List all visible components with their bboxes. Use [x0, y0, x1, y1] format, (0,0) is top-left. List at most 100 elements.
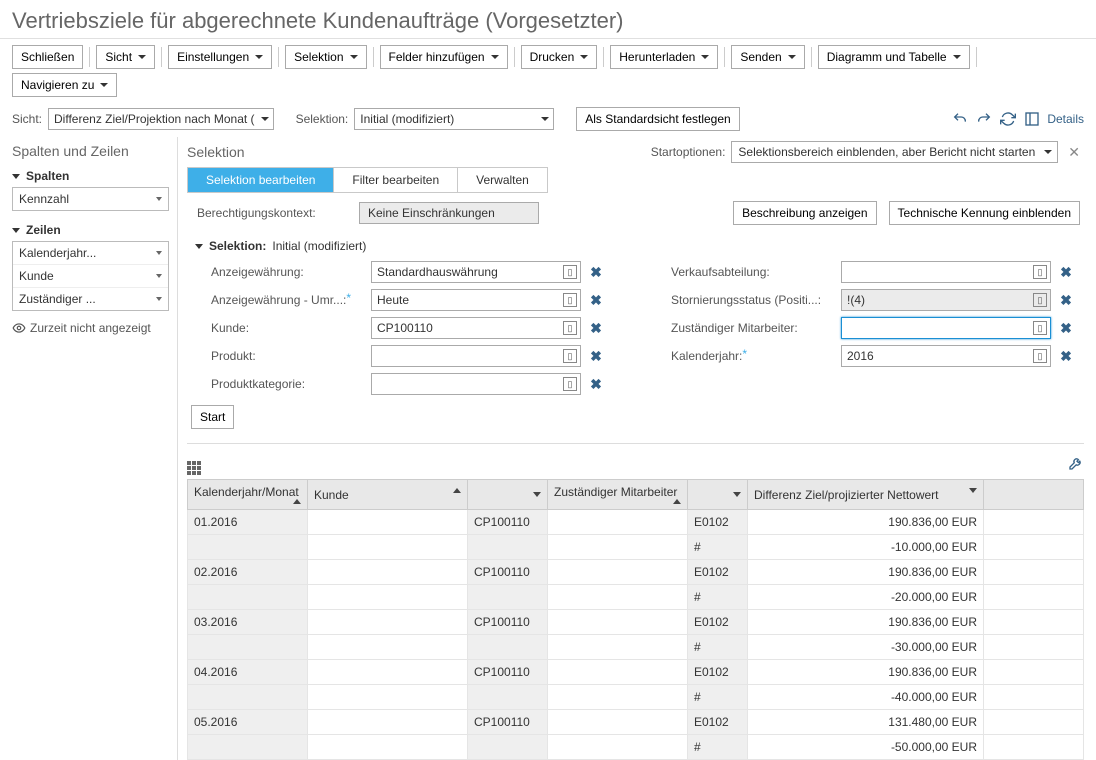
- col-empty[interactable]: [984, 480, 1084, 510]
- customer-input[interactable]: CP100110▯: [371, 317, 581, 339]
- chevron-down-icon: [156, 274, 162, 278]
- tab-edit-filter[interactable]: Filter bearbeiten: [334, 168, 458, 192]
- table-row[interactable]: #-10.000,00 EUR: [188, 535, 1084, 560]
- list-item[interactable]: Zuständiger ...: [13, 288, 168, 310]
- not-shown-toggle[interactable]: Zurzeit nicht angezeigt: [12, 321, 169, 335]
- chevron-down-icon: [953, 55, 961, 59]
- show-technical-id-button[interactable]: Technische Kennung einblenden: [889, 201, 1080, 225]
- table-row[interactable]: #-40.000,00 EUR: [188, 685, 1084, 710]
- download-button[interactable]: Herunterladen: [610, 45, 718, 69]
- details-toggle-icon[interactable]: [1023, 110, 1041, 128]
- show-description-button[interactable]: Beschreibung anzeigen: [733, 201, 876, 225]
- clear-icon[interactable]: ✖: [1051, 292, 1081, 309]
- value-help-icon[interactable]: ▯: [1033, 265, 1047, 279]
- value-help-icon[interactable]: ▯: [563, 265, 577, 279]
- refresh-icon[interactable]: [999, 110, 1017, 128]
- col-responsible-code[interactable]: [688, 480, 748, 510]
- close-button[interactable]: Schließen: [12, 45, 83, 69]
- col-responsible[interactable]: Zuständiger Mitarbeiter: [548, 480, 688, 510]
- table-layout-icon[interactable]: [187, 454, 201, 475]
- value-help-icon[interactable]: ▯: [1033, 321, 1047, 335]
- sales-unit-label: Verkaufsabteilung:: [671, 265, 841, 279]
- cell-responsible: [548, 685, 688, 710]
- cell-difference: -10.000,00 EUR: [748, 535, 984, 560]
- rows-group-header[interactable]: Zeilen: [12, 219, 169, 241]
- clear-icon[interactable]: ✖: [581, 264, 611, 281]
- tab-edit-selection[interactable]: Selektion bearbeiten: [188, 168, 334, 192]
- view-button[interactable]: Sicht: [96, 45, 155, 69]
- year-label: Kalenderjahr:*: [671, 349, 841, 363]
- cell-responsible-code: #: [688, 685, 748, 710]
- results-table: Kalenderjahr/Monat Kunde Zuständiger Mit…: [187, 479, 1084, 760]
- set-default-view-button[interactable]: Als Standardsicht festlegen: [576, 107, 739, 131]
- col-customer-code[interactable]: [468, 480, 548, 510]
- clear-icon[interactable]: ✖: [1051, 264, 1081, 281]
- cell-difference: 190.836,00 EUR: [748, 510, 984, 535]
- undo-icon[interactable]: [951, 110, 969, 128]
- value-help-icon[interactable]: ▯: [563, 349, 577, 363]
- value-help-icon[interactable]: ▯: [563, 321, 577, 335]
- table-row[interactable]: #-50.000,00 EUR: [188, 735, 1084, 760]
- responsible-input[interactable]: ▯: [841, 317, 1051, 339]
- chart-table-button[interactable]: Diagramm und Tabelle: [818, 45, 970, 69]
- col-difference[interactable]: Differenz Ziel/projizierter Nettowert: [748, 480, 984, 510]
- year-input[interactable]: 2016▯: [841, 345, 1051, 367]
- display-currency-rate-input[interactable]: Heute▯: [371, 289, 581, 311]
- clear-icon[interactable]: ✖: [581, 320, 611, 337]
- tab-manage[interactable]: Verwalten: [458, 168, 547, 192]
- start-button[interactable]: Start: [191, 405, 234, 429]
- auth-context-value[interactable]: Keine Einschränkungen: [359, 202, 539, 224]
- list-item[interactable]: Kalenderjahr...: [13, 242, 168, 265]
- columns-group-header[interactable]: Spalten: [12, 165, 169, 187]
- table-row[interactable]: 04.2016CP100110E0102190.836,00 EUR: [188, 660, 1084, 685]
- send-button[interactable]: Senden: [731, 45, 804, 69]
- chevron-down-icon: [541, 117, 549, 121]
- clear-icon[interactable]: ✖: [1051, 348, 1081, 365]
- table-row[interactable]: 02.2016CP100110E0102190.836,00 EUR: [188, 560, 1084, 585]
- table-row[interactable]: #-20.000,00 EUR: [188, 585, 1084, 610]
- clear-icon[interactable]: ✖: [581, 376, 611, 393]
- add-fields-button[interactable]: Felder hinzufügen: [380, 45, 508, 69]
- selection-button[interactable]: Selektion: [285, 45, 366, 69]
- col-month[interactable]: Kalenderjahr/Monat: [188, 480, 308, 510]
- table-row[interactable]: 03.2016CP100110E0102190.836,00 EUR: [188, 610, 1084, 635]
- chevron-down-icon: [255, 55, 263, 59]
- value-help-icon[interactable]: ▯: [1033, 293, 1047, 307]
- navigate-button[interactable]: Navigieren zu: [12, 73, 117, 97]
- list-item[interactable]: Kunde: [13, 265, 168, 288]
- table-row[interactable]: #-30.000,00 EUR: [188, 635, 1084, 660]
- separator: [187, 443, 1084, 444]
- selection-dropdown[interactable]: Initial (modifiziert): [354, 108, 554, 130]
- display-currency-input[interactable]: Standardhauswährung▯: [371, 261, 581, 283]
- sidebar-resizer[interactable]: [175, 137, 181, 760]
- redo-icon[interactable]: [975, 110, 993, 128]
- settings-wrench-icon[interactable]: [1068, 455, 1084, 474]
- details-link[interactable]: Details: [1047, 112, 1084, 126]
- cell-empty: [984, 660, 1084, 685]
- clear-icon[interactable]: ✖: [1051, 320, 1081, 337]
- table-row[interactable]: 01.2016CP100110E0102190.836,00 EUR: [188, 510, 1084, 535]
- cell-month: [188, 735, 308, 760]
- value-help-icon[interactable]: ▯: [1033, 349, 1047, 363]
- clear-icon[interactable]: ✖: [581, 348, 611, 365]
- cell-month: 02.2016: [188, 560, 308, 585]
- value-help-icon[interactable]: ▯: [563, 377, 577, 391]
- settings-button[interactable]: Einstellungen: [168, 45, 272, 69]
- print-button[interactable]: Drucken: [521, 45, 598, 69]
- col-customer[interactable]: Kunde: [308, 480, 468, 510]
- selection-section-header[interactable]: Selektion: Initial (modifiziert): [187, 233, 1084, 259]
- cell-customer: [308, 610, 468, 635]
- product-input[interactable]: ▯: [371, 345, 581, 367]
- table-row[interactable]: 05.2016CP100110E0102131.480,00 EUR: [188, 710, 1084, 735]
- view-dropdown[interactable]: Differenz Ziel/Projektion nach Monat (: [48, 108, 274, 130]
- cell-empty: [984, 635, 1084, 660]
- close-panel-icon[interactable]: ✕: [1064, 144, 1084, 161]
- columns-list: Kennzahl: [12, 187, 169, 211]
- product-category-input[interactable]: ▯: [371, 373, 581, 395]
- cancel-status-input[interactable]: !(4)▯: [841, 289, 1051, 311]
- sales-unit-input[interactable]: ▯: [841, 261, 1051, 283]
- start-options-dropdown[interactable]: Selektionsbereich einblenden, aber Beric…: [731, 141, 1058, 163]
- clear-icon[interactable]: ✖: [581, 292, 611, 309]
- list-item[interactable]: Kennzahl: [13, 188, 168, 210]
- value-help-icon[interactable]: ▯: [563, 293, 577, 307]
